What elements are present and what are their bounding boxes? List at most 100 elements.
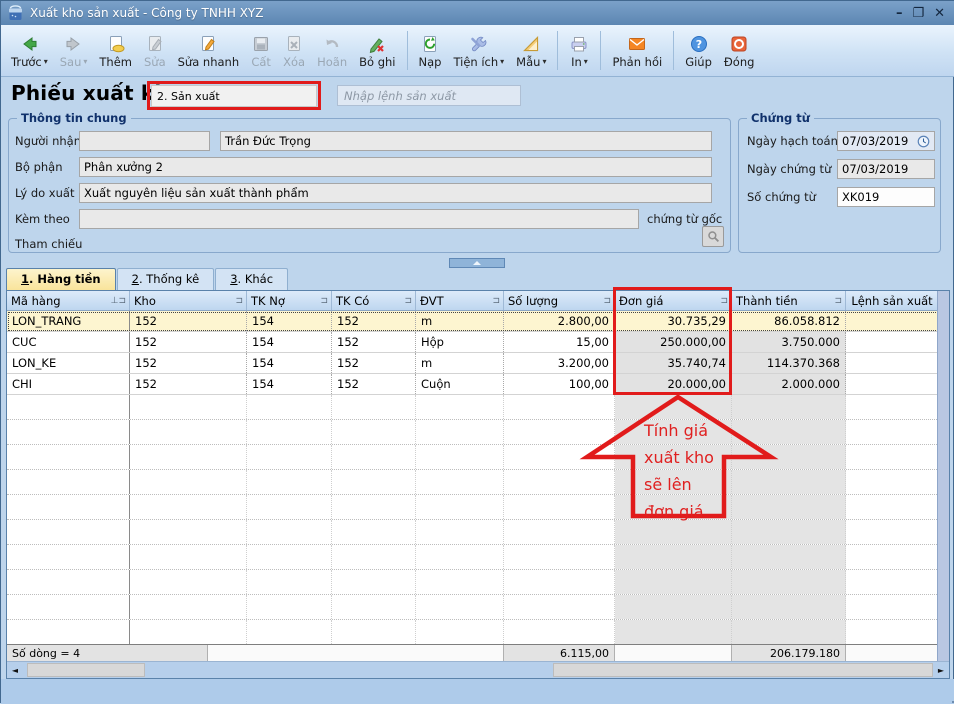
empty-cell — [846, 470, 938, 494]
reason-field[interactable]: Xuất nguyên liệu sản xuất thành phẩm — [79, 183, 712, 203]
empty-cell — [7, 570, 130, 594]
table-row[interactable]: LON_KE152154152m3.200,0035.740,74114.370… — [7, 353, 949, 374]
cell[interactable] — [846, 311, 938, 331]
toolbar-button-reload[interactable]: Nạp — [413, 27, 448, 74]
resize-grip[interactable] — [948, 697, 950, 699]
empty-cell — [332, 495, 416, 519]
column-header-7[interactable]: Đơn giá⊐ — [615, 291, 732, 310]
empty-cell — [416, 520, 504, 544]
cell[interactable]: 86.058.812 — [732, 311, 846, 331]
cell[interactable]: 154 — [247, 311, 332, 331]
toolbar-button-feedback[interactable]: Phản hồi — [606, 27, 668, 74]
empty-cell — [615, 545, 732, 569]
toolbar-button-back[interactable]: Trước▾ — [5, 27, 54, 74]
cell[interactable]: CUC — [7, 332, 130, 352]
cell[interactable]: 152 — [130, 311, 247, 331]
cell[interactable]: Hộp — [416, 332, 504, 352]
cell[interactable]: 35.740,74 — [615, 353, 732, 373]
column-header-6[interactable]: Số lượng⊐ — [504, 291, 615, 310]
pin-icon: ⊐ — [404, 296, 412, 306]
cell[interactable]: 2.800,00 — [504, 311, 615, 331]
cell[interactable]: 3.750.000 — [732, 332, 846, 352]
toolbar-button-edit: Sửa — [138, 27, 172, 74]
scrollbar-thumb-right[interactable] — [553, 663, 933, 677]
cell[interactable]: 152 — [332, 332, 416, 352]
tab-khac[interactable]: 3. Khác — [215, 268, 288, 290]
close-button[interactable]: ✕ — [934, 7, 945, 20]
attach-field[interactable] — [79, 209, 639, 229]
toolbar-button-template[interactable]: Mẫu▾ — [510, 27, 552, 74]
toolbar-button-close[interactable]: Đóng — [718, 27, 761, 74]
scrollbar-thumb-left[interactable] — [27, 663, 145, 677]
minimize-button[interactable]: – — [896, 7, 903, 20]
scroll-right-button[interactable]: ► — [933, 662, 949, 678]
empty-cell — [247, 545, 332, 569]
empty-cell — [615, 570, 732, 594]
cell[interactable]: 2.000.000 — [732, 374, 846, 394]
cell[interactable]: LON_TRANG — [7, 311, 130, 331]
empty-cell — [130, 470, 247, 494]
collapse-splitter[interactable] — [449, 258, 505, 268]
reference-search-button[interactable] — [702, 226, 724, 247]
cell[interactable]: 152 — [130, 353, 247, 373]
column-header-9[interactable]: Lệnh sản xuất — [846, 291, 938, 310]
date-picker-button[interactable] — [914, 132, 933, 150]
toolbar-button-print[interactable]: In▾ — [563, 27, 595, 74]
toolbar-button-unpost[interactable]: Bỏ ghi — [353, 27, 401, 74]
column-header-5[interactable]: ĐVT⊐ — [416, 291, 504, 310]
grid-footer: Số dòng = 46.115,00206.179.180 — [7, 644, 938, 661]
cell[interactable] — [846, 332, 938, 352]
doc-date-field[interactable]: 07/03/2019 — [837, 159, 935, 179]
receiver-name-field[interactable]: Trần Đức Trọng — [220, 131, 712, 151]
column-header-8[interactable]: Thành tiền⊐ — [732, 291, 846, 310]
cell[interactable]: 152 — [130, 332, 247, 352]
cell[interactable]: 152 — [332, 311, 416, 331]
cell[interactable]: 250.000,00 — [615, 332, 732, 352]
voucher-type-combo[interactable]: 2. Sản xuất — [151, 85, 317, 107]
vertical-scrollbar[interactable] — [937, 291, 949, 661]
toolbar-button-add[interactable]: Thêm — [93, 27, 138, 74]
cell[interactable]: Cuộn — [416, 374, 504, 394]
tab-thong-ke[interactable]: 2. Thống kê — [117, 268, 215, 290]
horizontal-scrollbar[interactable]: ◄ ► — [7, 661, 949, 678]
cell[interactable]: 100,00 — [504, 374, 615, 394]
empty-cell — [504, 495, 615, 519]
cell[interactable] — [846, 353, 938, 373]
cell[interactable] — [846, 374, 938, 394]
cell[interactable]: 152 — [332, 374, 416, 394]
cell[interactable]: 154 — [247, 332, 332, 352]
cell[interactable]: 114.370.368 — [732, 353, 846, 373]
column-header-4[interactable]: TK Có⊐ — [332, 291, 416, 310]
column-header-3[interactable]: TK Nợ⊐ — [247, 291, 332, 310]
department-field[interactable]: Phân xưởng 2 — [79, 157, 712, 177]
cell[interactable]: 20.000,00 — [615, 374, 732, 394]
receiver-code-field[interactable] — [79, 131, 210, 151]
tab-hang-tien[interactable]: 1. Hàng tiền — [6, 268, 116, 290]
footer-spacer — [846, 645, 938, 661]
cell[interactable]: 154 — [247, 353, 332, 373]
cell[interactable]: m — [416, 311, 504, 331]
cell[interactable]: CHI — [7, 374, 130, 394]
table-row[interactable]: CHI152154152Cuộn100,0020.000,002.000.000 — [7, 374, 949, 395]
toolbar-button-save: Cất — [245, 27, 277, 74]
table-row[interactable]: LON_TRANG152154152m2.800,0030.735,2986.0… — [7, 311, 949, 332]
cell[interactable]: 152 — [332, 353, 416, 373]
cell[interactable]: m — [416, 353, 504, 373]
toolbar-button-quick-edit[interactable]: Sửa nhanh — [172, 27, 246, 74]
cell[interactable]: 154 — [247, 374, 332, 394]
toolbar-button-utilities[interactable]: Tiện ích▾ — [447, 27, 510, 74]
cell[interactable]: LON_KE — [7, 353, 130, 373]
cell[interactable]: 15,00 — [504, 332, 615, 352]
doc-no-field[interactable]: XK019 — [837, 187, 935, 207]
cell[interactable]: 30.735,29 — [615, 311, 732, 331]
toolbar-button-help[interactable]: ?Giúp — [679, 27, 718, 74]
empty-row — [7, 620, 949, 645]
maximize-button[interactable]: ❐ — [912, 7, 924, 20]
cell[interactable]: 152 — [130, 374, 247, 394]
column-header-2[interactable]: Kho⊐ — [130, 291, 247, 310]
column-header-1[interactable]: Mã hàng⊥⊐ — [7, 291, 130, 310]
scroll-left-button[interactable]: ◄ — [7, 662, 23, 678]
table-row[interactable]: CUC152154152Hộp15,00250.000,003.750.000 — [7, 332, 949, 353]
cell[interactable]: 3.200,00 — [504, 353, 615, 373]
empty-cell — [615, 420, 732, 444]
